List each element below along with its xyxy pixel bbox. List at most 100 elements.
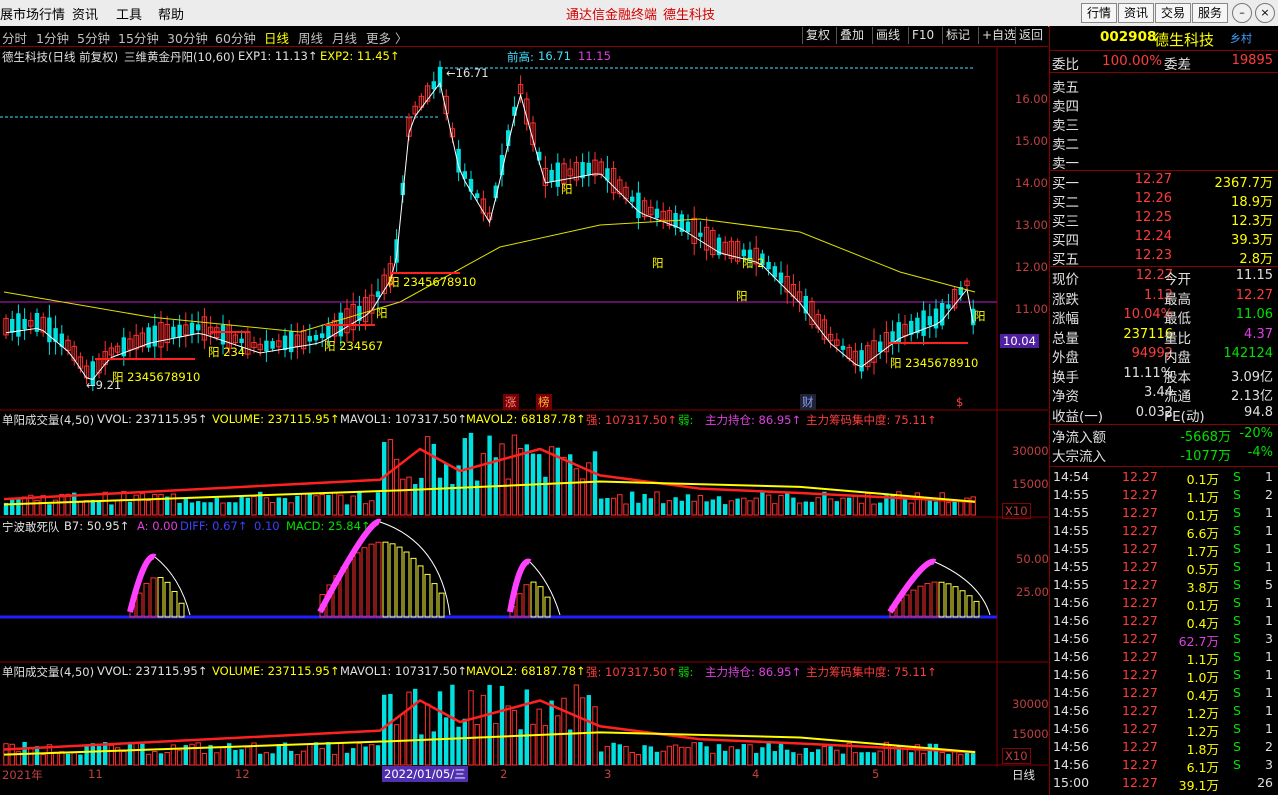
period-weekly[interactable]: 周线 — [298, 28, 323, 47]
tick-row[interactable]: 14:55 12.27 0.5万 S 1 — [1050, 558, 1278, 577]
tick-row[interactable]: 14:56 12.27 1.2万 S 1 — [1050, 720, 1278, 739]
minimize-icon[interactable]: – — [1232, 3, 1252, 23]
tick-row[interactable]: 14:55 12.27 3.8万 S 5 — [1050, 576, 1278, 595]
volume-bar — [909, 752, 914, 765]
buy-level-price[interactable]: 12.25 — [1120, 210, 1172, 225]
draw-button[interactable]: 画线 — [872, 27, 903, 44]
volume-bar — [704, 746, 709, 765]
tick-row[interactable]: 14:55 12.27 0.1万 S 1 — [1050, 504, 1278, 523]
tick-row[interactable]: 14:55 12.27 6.6万 S 1 — [1050, 522, 1278, 541]
tick-row[interactable]: 14:56 12.27 1.1万 S 1 — [1050, 648, 1278, 667]
tick-side: S — [1233, 505, 1241, 520]
menu-news[interactable]: 资讯 — [72, 4, 98, 23]
volume-bar — [214, 497, 219, 515]
macd-bar — [368, 543, 375, 618]
tick-row[interactable]: 14:56 12.27 1.2万 S 1 — [1050, 702, 1278, 721]
volume-bar — [387, 439, 394, 516]
vol2-unit: X10 — [1002, 748, 1031, 764]
vol-vvol: VVOL: 237115.95↑ — [97, 412, 208, 426]
buy-level-price[interactable]: 12.23 — [1120, 248, 1172, 263]
quote-button[interactable]: 行情 — [1081, 3, 1117, 23]
volume-bar — [970, 496, 976, 516]
news-button[interactable]: 资讯 — [1118, 3, 1154, 23]
volume-bar — [723, 504, 728, 515]
macd-a: A: 0.00 — [137, 519, 178, 533]
back-button[interactable]: 返回 — [1015, 27, 1046, 44]
volume-bar — [871, 752, 877, 765]
period-daily[interactable]: 日线 — [264, 28, 289, 47]
event-tag-dollar[interactable]: $ — [956, 395, 963, 409]
period-indicator[interactable]: 日线 — [1012, 767, 1035, 783]
tick-price: 12.27 — [1122, 577, 1158, 592]
menu-market[interactable]: 展市场行情 — [0, 4, 65, 23]
volume-bar — [424, 703, 431, 766]
adjust-button[interactable]: 复权 — [802, 27, 833, 44]
tick-row[interactable]: 14:55 12.27 1.1万 S 2 — [1050, 486, 1278, 505]
overlay-button[interactable]: 叠加 — [836, 27, 867, 44]
tick-row[interactable]: 15:00 12.27 39.1万 26 — [1050, 774, 1278, 793]
prev-high-label: 前高: — [507, 50, 534, 64]
period-5min[interactable]: 5分钟 — [77, 28, 110, 47]
buy-level-label: 买四 — [1052, 233, 1079, 249]
period-15min[interactable]: 15分钟 — [118, 28, 159, 47]
volume-bar — [691, 742, 697, 766]
tick-count: 1 — [1265, 613, 1273, 628]
menu-help[interactable]: 帮助 — [158, 4, 184, 23]
event-tag-limit-up[interactable]: 涨 — [503, 394, 519, 410]
period-timeshare[interactable]: 分时 — [2, 28, 27, 47]
buy-level-price[interactable]: 12.26 — [1120, 191, 1172, 206]
add-favorite-button[interactable]: +自选 — [978, 27, 1019, 44]
candle-body — [307, 335, 312, 342]
quote-panel: 002908 德生科技 乡村 委比 100.00% 委差 19895 卖五 卖四卖… — [1049, 26, 1278, 795]
tick-row[interactable]: 14:56 12.27 1.0万 S 1 — [1050, 666, 1278, 685]
volume-bar — [536, 708, 542, 766]
volume-bar — [945, 502, 952, 516]
mark-button[interactable]: 标记 — [942, 27, 973, 44]
volume-bar — [617, 744, 622, 765]
volume-bar — [121, 750, 127, 766]
macd-signal — [507, 558, 532, 613]
tick-row[interactable]: 14:56 12.27 1.8万 S 2 — [1050, 738, 1278, 757]
f10-button[interactable]: F10 — [908, 27, 937, 44]
volume-bar — [796, 753, 803, 766]
volume-bar — [270, 753, 275, 765]
volume-bar — [282, 498, 288, 515]
close-icon[interactable]: × — [1255, 3, 1275, 23]
service-button[interactable]: 服务 — [1192, 3, 1228, 23]
tick-count: 1 — [1265, 559, 1273, 574]
buy-level-price[interactable]: 12.24 — [1120, 229, 1172, 244]
tick-row[interactable]: 14:56 12.27 0.1万 S 1 — [1050, 594, 1278, 613]
period-60min[interactable]: 60分钟 — [215, 28, 256, 47]
volume-bar — [902, 498, 908, 515]
menu-tools[interactable]: 工具 — [116, 4, 142, 23]
event-tag-list[interactable]: 榜 — [536, 394, 552, 410]
volume-bar — [196, 501, 201, 515]
volume-bar — [809, 501, 815, 515]
candle-body — [10, 318, 15, 333]
volume-bar — [852, 495, 859, 516]
tick-price: 12.27 — [1122, 685, 1158, 700]
volume-bar — [170, 493, 177, 516]
tick-row[interactable]: 14:56 12.27 6.1万 S 3 — [1050, 756, 1278, 775]
volume-bar — [127, 741, 133, 765]
event-tag-finance[interactable]: 财 — [800, 394, 816, 410]
tick-row[interactable]: 14:56 12.27 62.7万 S 3 — [1050, 630, 1278, 649]
trade-button[interactable]: 交易 — [1155, 3, 1191, 23]
macd-bar — [938, 581, 945, 618]
kline-chart-area[interactable]: 德生科技(日线 前复权) 三维黄金丹阳(10,60) EXP1: 11.13↑ … — [0, 47, 1049, 787]
tick-count: 1 — [1265, 649, 1273, 664]
candle-body — [940, 302, 945, 326]
tick-row[interactable]: 14:55 12.27 1.7万 S 1 — [1050, 540, 1278, 559]
period-monthly[interactable]: 月线 — [332, 28, 357, 47]
buy-level-price[interactable]: 12.27 — [1120, 172, 1172, 187]
tick-row[interactable]: 14:54 12.27 0.1万 S 1 — [1050, 468, 1278, 487]
vol2-vvol: VVOL: 237115.95↑ — [97, 664, 208, 678]
tick-row[interactable]: 14:56 12.27 0.4万 S 1 — [1050, 612, 1278, 631]
period-30min[interactable]: 30分钟 — [167, 28, 208, 47]
period-1min[interactable]: 1分钟 — [36, 28, 69, 47]
tick-side: S — [1233, 631, 1241, 646]
volume-bar — [208, 502, 213, 515]
volume-bar — [276, 744, 281, 765]
period-more[interactable]: 更多 〉 — [366, 28, 407, 47]
tick-row[interactable]: 14:56 12.27 0.4万 S 1 — [1050, 684, 1278, 703]
